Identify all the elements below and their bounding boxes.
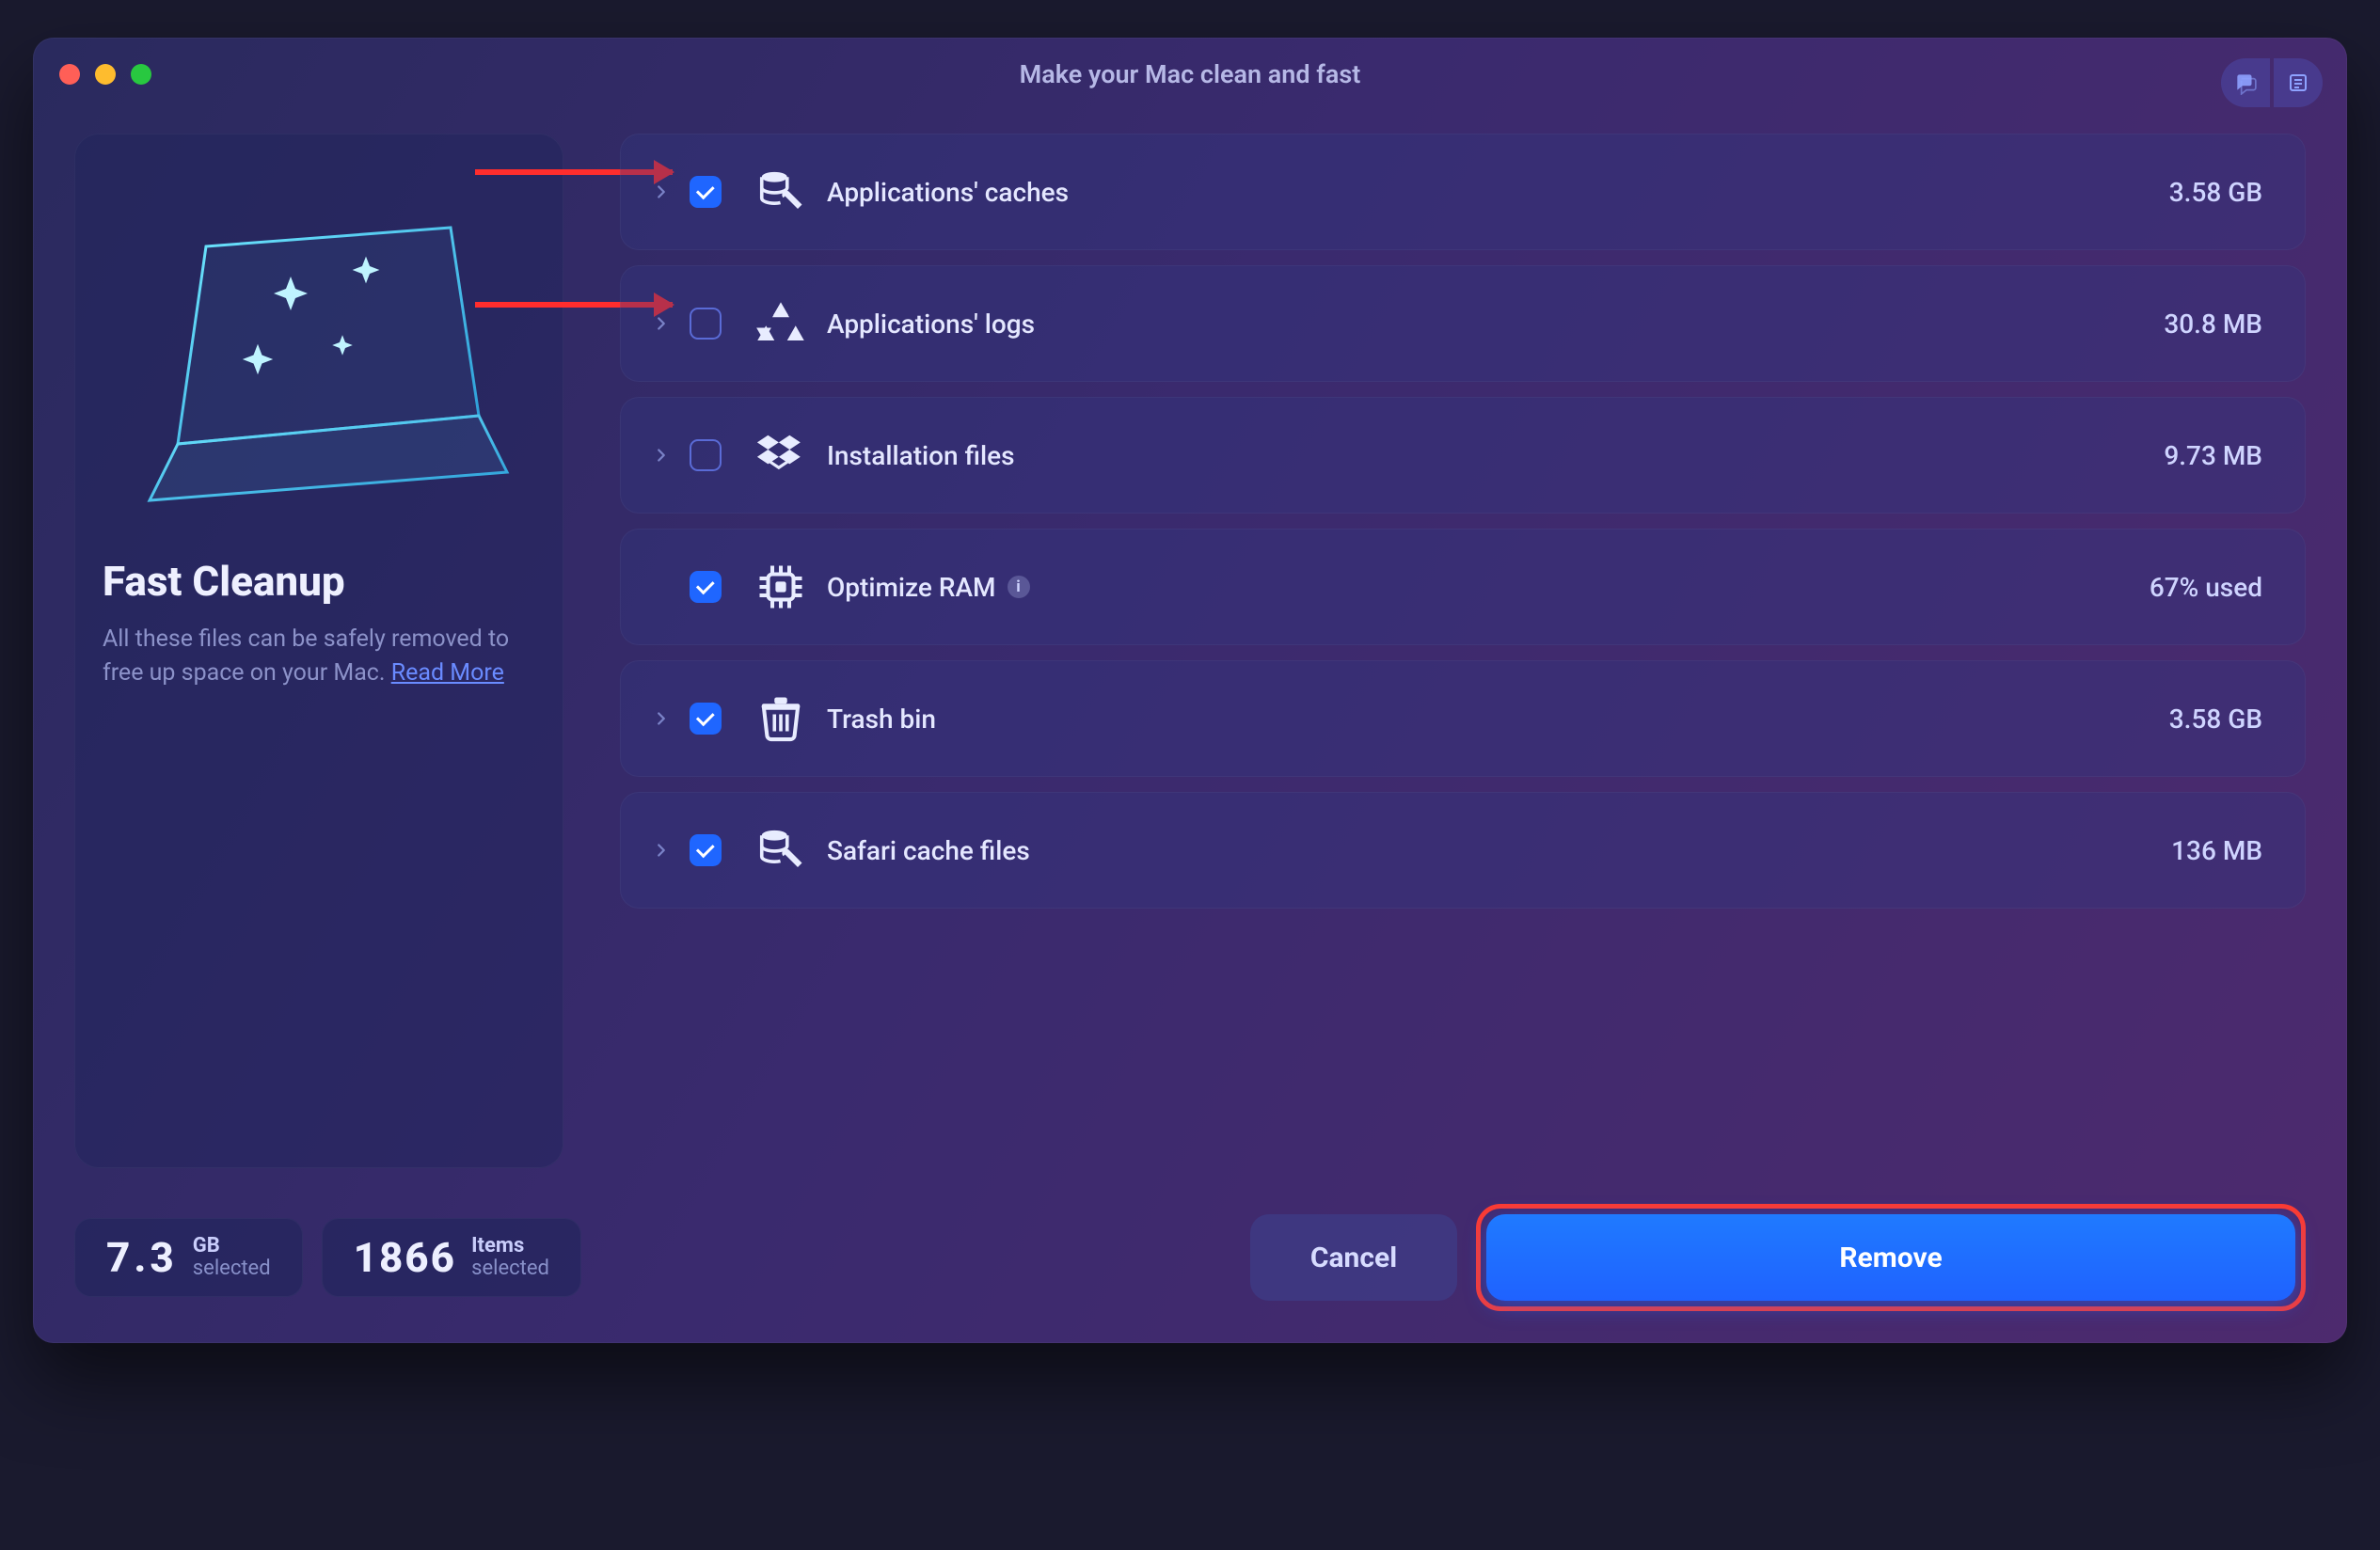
row-checkbox[interactable]: [690, 176, 722, 208]
news-icon-button[interactable]: [2274, 58, 2323, 107]
cleanup-row[interactable]: Applications' logs30.8 MB: [620, 265, 2306, 382]
row-size: 67% used: [2150, 572, 2262, 603]
sidebar-panel: Fast Cleanup All these files can be safe…: [74, 134, 563, 1168]
window-title: Make your Mac clean and fast: [33, 59, 2347, 89]
selected-items-value: 1866: [354, 1233, 457, 1282]
chevron-right-icon[interactable]: [633, 313, 690, 334]
fullscreen-window-button[interactable]: [131, 64, 151, 85]
cleanup-row[interactable]: Installation files9.73 MB: [620, 397, 2306, 514]
apps-icon: [742, 298, 819, 349]
row-size: 30.8 MB: [2164, 308, 2262, 340]
row-checkbox[interactable]: [690, 703, 722, 735]
row-label: Applications' caches: [819, 177, 2169, 208]
selected-size-caption: selected: [193, 1257, 271, 1280]
chevron-right-icon[interactable]: [633, 840, 690, 861]
footer-bar: 7.3 GB selected 1866 Items selected Canc…: [33, 1178, 2347, 1321]
chevron-right-icon[interactable]: [633, 182, 690, 202]
dropbox-icon: [742, 430, 819, 481]
row-size: 3.58 GB: [2169, 704, 2262, 735]
selected-items-unit: Items: [471, 1235, 549, 1257]
read-more-link[interactable]: Read More: [391, 659, 504, 687]
db-brush-icon: [742, 825, 819, 876]
row-checkbox[interactable]: [690, 439, 722, 471]
chevron-right-icon[interactable]: [633, 445, 690, 466]
selected-items-stat: 1866 Items selected: [322, 1218, 581, 1297]
db-brush-icon: [742, 166, 819, 217]
cancel-button[interactable]: Cancel: [1250, 1214, 1457, 1301]
row-label: Installation files: [819, 440, 2164, 471]
cleanup-row[interactable]: Trash bin3.58 GB: [620, 660, 2306, 777]
minimize-window-button[interactable]: [95, 64, 116, 85]
remove-button-highlight: Remove: [1476, 1204, 2306, 1311]
laptop-sparkle-illustration: [103, 162, 535, 538]
selected-items-caption: selected: [471, 1257, 549, 1280]
sidebar-description: All these files can be safely removed to…: [103, 623, 535, 691]
cleanup-row[interactable]: Optimize RAMi67% used: [620, 529, 2306, 645]
close-window-button[interactable]: [59, 64, 80, 85]
selected-size-unit: GB: [193, 1235, 271, 1257]
row-size: 9.73 MB: [2164, 440, 2262, 471]
cleanup-row[interactable]: Safari cache files136 MB: [620, 792, 2306, 909]
cleanup-list: Applications' caches3.58 GBApplications'…: [620, 134, 2306, 1168]
row-label: Optimize RAMi: [819, 572, 2150, 603]
sidebar-heading: Fast Cleanup: [103, 557, 535, 606]
row-checkbox[interactable]: [690, 571, 722, 603]
trash-icon: [742, 693, 819, 744]
selected-size-value: 7.3: [106, 1233, 178, 1282]
row-checkbox[interactable]: [690, 834, 722, 866]
chevron-right-icon[interactable]: [633, 708, 690, 729]
title-bar: Make your Mac clean and fast: [33, 38, 2347, 111]
info-icon[interactable]: i: [1008, 576, 1030, 598]
row-size: 3.58 GB: [2169, 177, 2262, 208]
row-checkbox[interactable]: [690, 308, 722, 340]
app-window: Make your Mac clean and fast: [33, 38, 2347, 1343]
cleanup-row[interactable]: Applications' caches3.58 GB: [620, 134, 2306, 250]
row-label: Safari cache files: [819, 835, 2171, 866]
row-size: 136 MB: [2171, 835, 2262, 866]
window-controls: [59, 64, 151, 85]
row-label: Applications' logs: [819, 308, 2164, 340]
chat-icon-button[interactable]: [2221, 58, 2270, 107]
remove-button[interactable]: Remove: [1486, 1214, 2295, 1301]
selected-size-stat: 7.3 GB selected: [74, 1218, 303, 1297]
row-label: Trash bin: [819, 704, 2169, 735]
chip-icon: [742, 561, 819, 612]
